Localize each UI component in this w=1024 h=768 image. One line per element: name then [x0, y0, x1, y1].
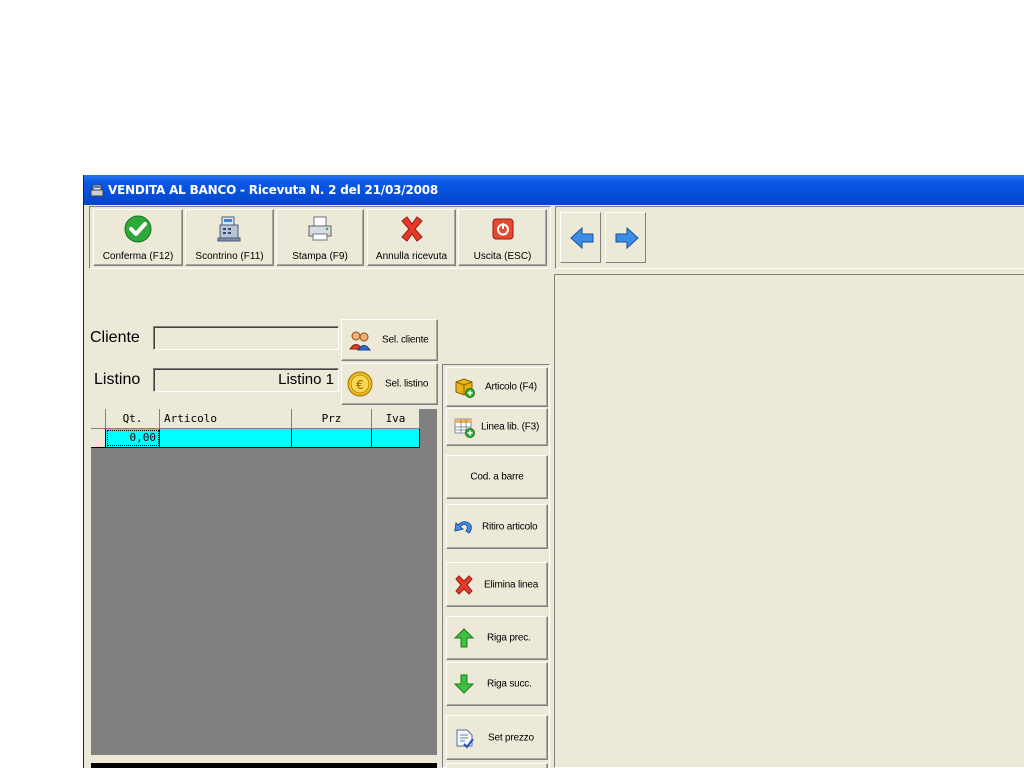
printer-icon	[308, 216, 332, 241]
scontrino-button[interactable]: Scontrino (F11)	[185, 209, 274, 266]
sel-listino-label: Sel. listino	[385, 378, 429, 390]
annulla-ricevuta-button[interactable]: Annulla ricevuta	[367, 209, 456, 266]
uscita-label: Uscita (ESC)	[473, 251, 532, 262]
stampa-button[interactable]: Stampa (F9)	[276, 209, 364, 266]
delete-x-icon	[455, 574, 473, 595]
set-prezzo-label: Set prezzo	[488, 732, 534, 743]
undo-arrow-icon	[454, 520, 472, 534]
svg-text:€: €	[356, 378, 364, 392]
annulla-label: Annulla ricevuta	[375, 251, 448, 262]
box-add-icon	[455, 378, 475, 398]
cell-qt[interactable]: 0,00	[106, 429, 160, 447]
cash-register-icon	[217, 216, 240, 242]
listino-label: Listino	[94, 371, 141, 388]
sel-listino-button[interactable]: € Sel. listino	[341, 363, 438, 405]
scontrino-label: Scontrino (F11)	[195, 251, 264, 262]
detail-panel	[554, 274, 1024, 768]
articolo-button[interactable]: Articolo (F4)	[446, 367, 548, 407]
power-icon	[492, 218, 513, 240]
arrow-left-icon	[570, 226, 594, 250]
window-title: VENDITA AL BANCO - Ricevuta N. 2 del 21/…	[108, 183, 439, 197]
grid-indicator-column	[91, 409, 106, 428]
table-add-icon	[454, 418, 475, 438]
ritiro-articolo-button[interactable]: Ritiro articolo	[446, 504, 548, 549]
title-bar[interactable]: VENDITA AL BANCO - Ricevuta N. 2 del 21/…	[84, 175, 1024, 205]
riga-prec-label: Riga prec.	[487, 632, 531, 644]
uscita-button[interactable]: Uscita (ESC)	[458, 209, 547, 266]
table-row[interactable]: 0,00	[91, 429, 420, 448]
riga-succ-button[interactable]: Riga succ.	[446, 662, 548, 706]
riga-succ-label: Riga succ.	[487, 678, 532, 690]
cliente-label: Cliente	[90, 329, 140, 346]
cell-iva[interactable]	[372, 429, 420, 447]
receipt-grid[interactable]: Qt. Articolo Prz Iva 0,00	[91, 409, 437, 755]
row-indicator[interactable]	[91, 429, 106, 447]
total-display-bar	[91, 763, 437, 768]
header-articolo[interactable]: Articolo	[160, 409, 292, 428]
arrow-right-icon	[615, 226, 639, 250]
header-prz[interactable]: Prz	[292, 409, 372, 428]
ritiro-label: Ritiro articolo	[482, 521, 538, 532]
cod-barre-button[interactable]: Cod. a barre	[446, 455, 548, 499]
checkmark-icon	[124, 215, 152, 243]
cell-articolo[interactable]	[160, 429, 292, 447]
euro-coin-icon: €	[347, 371, 373, 397]
sel-cliente-button[interactable]: Sel. cliente	[341, 319, 438, 361]
linea-lib-label: Linea lib. (F3)	[481, 421, 540, 433]
sel-cliente-label: Sel. cliente	[382, 334, 429, 346]
grid-header: Qt. Articolo Prz Iva	[91, 409, 420, 429]
stampa-label: Stampa (F9)	[292, 251, 348, 262]
cliente-field[interactable]	[153, 326, 339, 350]
conferma-label: Conferma (F12)	[102, 251, 174, 262]
next-side-button[interactable]	[446, 763, 548, 768]
cash-register-icon	[90, 184, 104, 197]
red-x-icon	[400, 216, 423, 242]
cod-barre-label: Cod. a barre	[470, 471, 524, 483]
articolo-label: Articolo (F4)	[485, 381, 537, 393]
cell-prz[interactable]	[292, 429, 372, 447]
users-icon	[349, 331, 371, 351]
price-tag-icon	[456, 729, 474, 749]
elimina-linea-button[interactable]: Elimina linea	[446, 562, 548, 607]
prev-button[interactable]	[560, 212, 601, 263]
conferma-button[interactable]: Conferma (F12)	[93, 209, 183, 266]
linea-lib-button[interactable]: Linea lib. (F3)	[446, 408, 548, 446]
main-window: VENDITA AL BANCO - Ricevuta N. 2 del 21/…	[83, 175, 1024, 768]
next-button[interactable]	[605, 212, 646, 263]
set-prezzo-button[interactable]: Set prezzo	[446, 715, 548, 760]
arrow-down-icon	[453, 674, 475, 694]
listino-field[interactable]: Listino 1	[153, 368, 339, 392]
header-iva[interactable]: Iva	[372, 409, 420, 428]
riga-prec-button[interactable]: Riga prec.	[446, 616, 548, 660]
header-qt[interactable]: Qt.	[106, 409, 160, 428]
arrow-up-icon	[453, 628, 475, 648]
elimina-label: Elimina linea	[484, 579, 539, 590]
